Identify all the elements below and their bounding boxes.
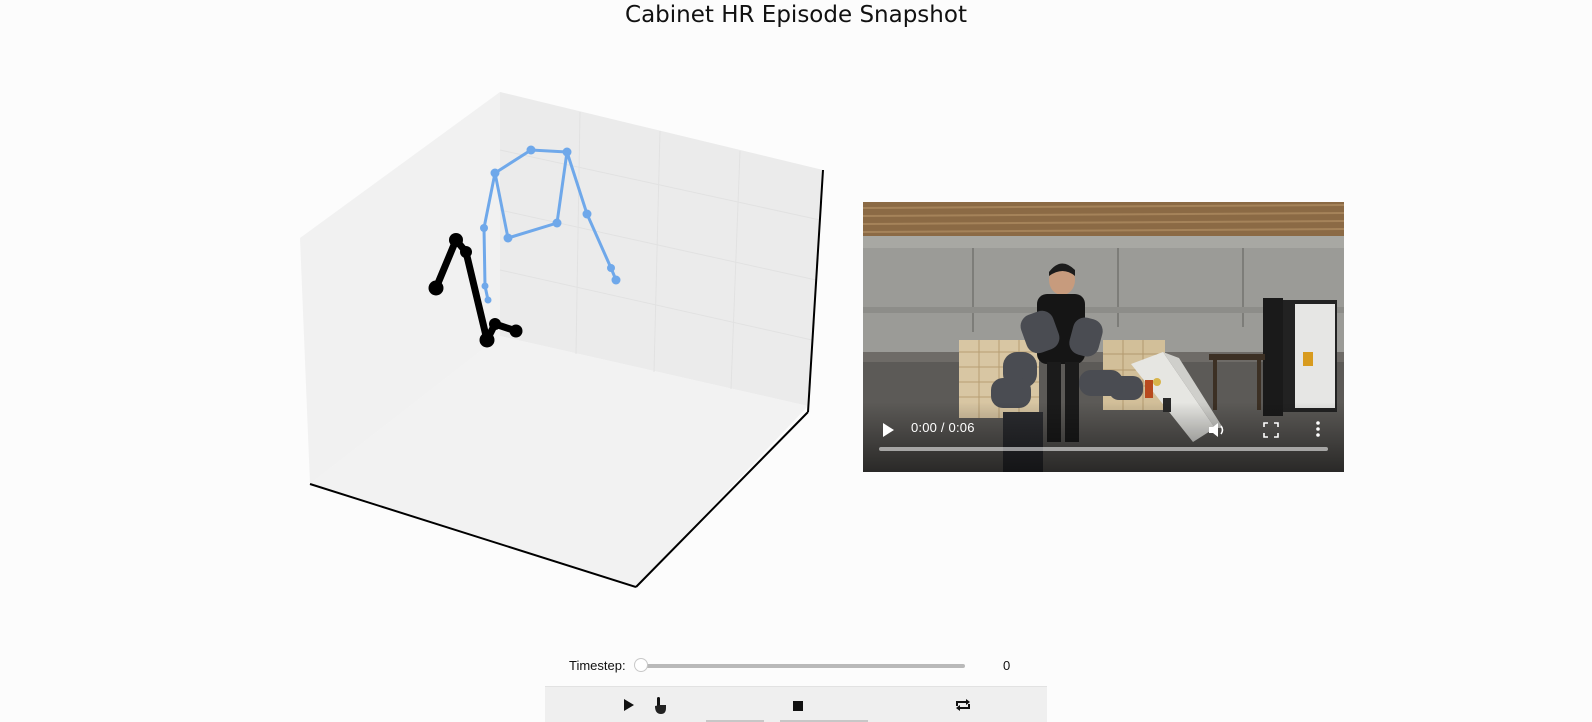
page: Cabinet HR Episode Snapshot 0:00 / 0:06 … (0, 0, 1592, 722)
video-volume-button[interactable] (1207, 421, 1227, 443)
stop-button[interactable] (792, 697, 804, 716)
repeat-icon (956, 699, 970, 711)
play-button[interactable] (622, 697, 636, 716)
video-time-display: 0:00 / 0:06 (911, 420, 975, 435)
animation-controls (545, 686, 1047, 722)
video-fullscreen-button[interactable] (1263, 422, 1279, 442)
video-controls-bar: 0:00 / 0:06 (863, 402, 1344, 472)
timestep-slider-thumb[interactable] (634, 658, 648, 672)
timestep-label: Timestep: (569, 658, 626, 673)
video-progress-bar[interactable] (879, 447, 1328, 451)
more-options-icon (1316, 421, 1320, 437)
play-icon (883, 423, 894, 437)
timestep-value: 0 (1003, 658, 1011, 673)
play-icon (624, 699, 634, 711)
video-more-options-button[interactable] (1315, 420, 1321, 442)
pause-button[interactable] (652, 697, 668, 719)
pause-icon (655, 697, 666, 714)
skeleton-3d-plot[interactable] (0, 0, 880, 640)
fullscreen-icon (1263, 422, 1279, 438)
repeat-button[interactable] (955, 697, 971, 716)
timestep-slider-track[interactable] (641, 664, 965, 668)
video-player[interactable]: 0:00 / 0:06 (863, 202, 1344, 472)
video-play-button[interactable] (881, 421, 895, 439)
volume-icon (1209, 423, 1224, 437)
stop-icon (793, 701, 803, 711)
